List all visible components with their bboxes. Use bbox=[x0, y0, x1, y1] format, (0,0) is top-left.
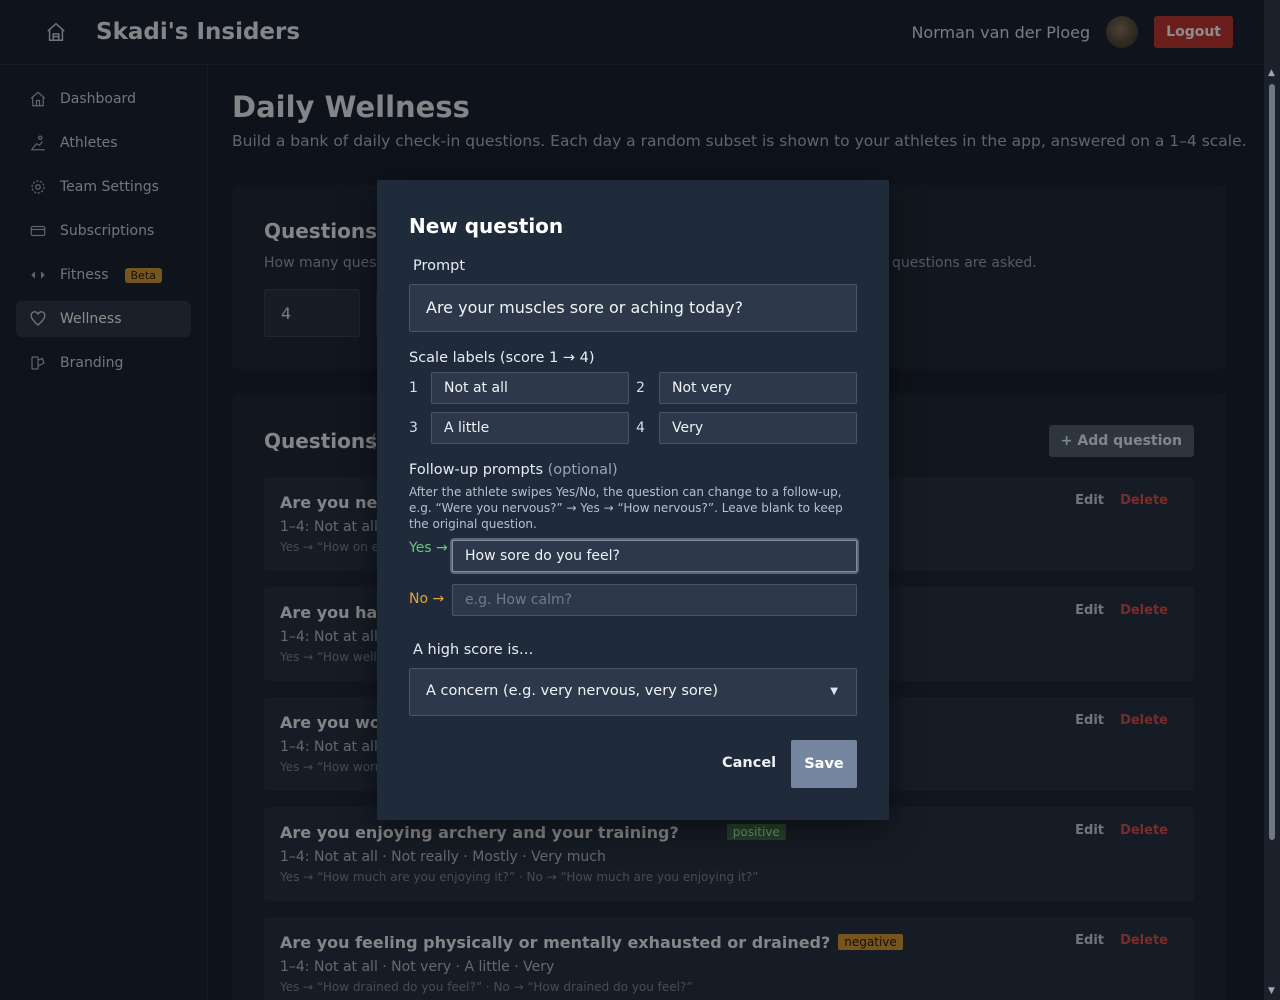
scale-number: 2 bbox=[636, 380, 645, 396]
scroll-thumb[interactable] bbox=[1269, 84, 1275, 840]
scale-label-1-input[interactable]: Not at all bbox=[431, 372, 629, 404]
scale-number: 1 bbox=[409, 380, 418, 396]
no-label: No → bbox=[409, 591, 445, 607]
new-question-dialog: New question Prompt Are your muscles sor… bbox=[377, 180, 889, 820]
prompt-input[interactable]: Are your muscles sore or aching today? bbox=[409, 284, 857, 332]
followup-label-text: Follow-up prompts bbox=[409, 462, 544, 478]
optional-hint: (optional) bbox=[547, 462, 618, 478]
yes-followup-input[interactable]: How sore do you feel? bbox=[452, 540, 857, 572]
save-button[interactable]: Save bbox=[791, 740, 857, 788]
scale-number: 3 bbox=[409, 420, 418, 436]
high-score-value: A concern (e.g. very nervous, very sore) bbox=[426, 683, 719, 699]
followup-help-text: After the athlete swipes Yes/No, the que… bbox=[409, 485, 843, 531]
page-scrollbar[interactable]: ▲ ▼ bbox=[1264, 0, 1280, 1000]
no-followup-input[interactable]: e.g. How calm? bbox=[452, 584, 857, 616]
followup-label: Follow-up prompts (optional) bbox=[409, 462, 618, 478]
scale-label-3-input[interactable]: A little bbox=[431, 412, 629, 444]
scroll-up-arrow-icon[interactable]: ▲ bbox=[1268, 68, 1275, 78]
scroll-down-arrow-icon[interactable]: ▼ bbox=[1268, 986, 1275, 996]
prompt-label: Prompt bbox=[413, 258, 466, 274]
high-score-select[interactable]: A concern (e.g. very nervous, very sore)… bbox=[409, 668, 857, 716]
high-score-label: A high score is… bbox=[413, 642, 534, 658]
cancel-button[interactable]: Cancel bbox=[722, 755, 776, 771]
yes-label: Yes → bbox=[409, 540, 448, 556]
chevron-down-icon: ▼ bbox=[830, 686, 838, 697]
scale-labels-label: Scale labels (score 1 → 4) bbox=[409, 350, 595, 366]
dialog-title: New question bbox=[409, 214, 564, 238]
scale-number: 4 bbox=[636, 420, 645, 436]
scale-label-2-input[interactable]: Not very bbox=[659, 372, 857, 404]
scale-label-4-input[interactable]: Very bbox=[659, 412, 857, 444]
